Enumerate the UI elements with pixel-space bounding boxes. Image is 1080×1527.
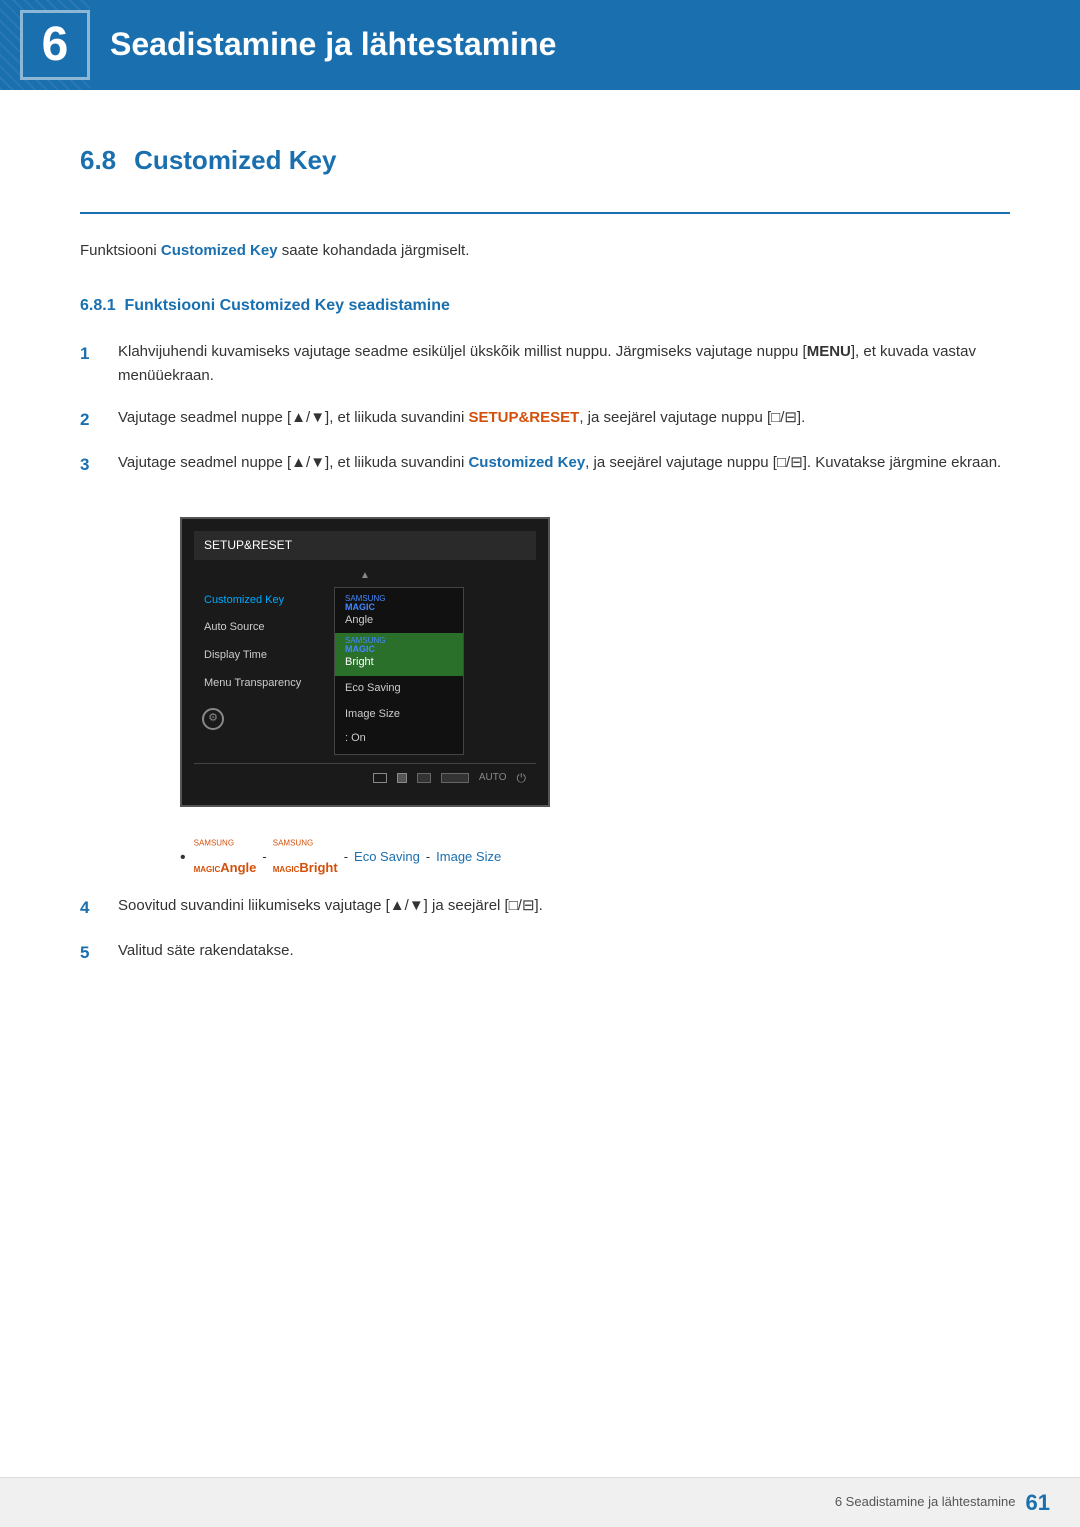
menu-item-display-time: Display Time	[194, 642, 329, 670]
subsection-number: 6.8.1	[80, 297, 116, 314]
separator-3: -	[426, 847, 430, 868]
section-number: 6.8	[80, 140, 116, 182]
menu-item-customized-key: Customized Key	[194, 587, 329, 615]
step-text-1: Klahvijuhendi kuvamiseks vajutage seadme…	[118, 340, 1010, 388]
intro-paragraph: Funktsiooni Customized Key saate kohanda…	[80, 239, 1010, 263]
submenu-magic-bright: SAMSUNGMAGIC Bright	[335, 633, 463, 676]
bottom-power-icon: ⏻	[517, 769, 527, 788]
option-eco-saving: Eco Saving	[354, 847, 420, 868]
separator-2: -	[344, 847, 348, 868]
submenu-panel: SAMSUNGMAGIC Angle SAMSUNGMAGIC Bright E…	[334, 587, 464, 755]
page-footer: 6 Seadistamine ja lähtestamine 61	[0, 1477, 1080, 1527]
steps-list-2: 4 Soovitud suvandini liikumiseks vajutag…	[80, 894, 1010, 966]
step-1: 1 Klahvijuhendi kuvamiseks vajutage sead…	[80, 340, 1010, 388]
footer-page-number: 61	[1026, 1485, 1050, 1520]
chapter-number: 6	[42, 7, 69, 84]
bottom-icon-1	[373, 773, 387, 783]
bottom-icon-3	[417, 773, 431, 783]
section-heading: 6.8 Customized Key	[80, 140, 1010, 182]
steps-list: 1 Klahvijuhendi kuvamiseks vajutage sead…	[80, 340, 1010, 478]
step-number-1: 1	[80, 340, 110, 367]
main-content: 6.8 Customized Key Funktsiooni Customize…	[0, 90, 1080, 1064]
section-divider	[80, 212, 1010, 214]
menu-content: Customized Key Auto Source Display Time …	[194, 587, 536, 755]
up-arrow: ▲	[194, 568, 536, 584]
menu-left-panel: Customized Key Auto Source Display Time …	[194, 587, 334, 755]
step-text-2: Vajutage seadmel nuppe [▲/▼], et liikuda…	[118, 406, 1010, 430]
subsection-title: Funktsiooni Customized Key seadistamine	[124, 297, 449, 314]
menu-title-bar: SETUP&RESET	[194, 531, 536, 560]
settings-circle-icon: ⚙	[202, 708, 224, 730]
section-title: Customized Key	[134, 140, 336, 182]
intro-keyword: Customized Key	[161, 242, 278, 259]
step-number-4: 4	[80, 894, 110, 921]
option-image-size: Image Size	[436, 847, 501, 868]
bottom-auto-label: AUTO	[479, 770, 507, 786]
option-magic-angle: SAMSUNG MAGICAngle	[194, 837, 257, 879]
step-4: 4 Soovitud suvandini liikumiseks vajutag…	[80, 894, 1010, 921]
options-line: • SAMSUNG MAGICAngle - SAMSUNG MAGICBrig…	[180, 837, 1010, 879]
submenu-eco-saving: Eco Saving	[335, 676, 463, 702]
chapter-title: Seadistamine ja lähtestamine	[110, 19, 556, 70]
bottom-icon-2	[397, 773, 407, 783]
menu-item-auto-source: Auto Source	[194, 614, 329, 642]
submenu-magic-angle: SAMSUNGMAGIC Angle	[335, 591, 463, 634]
bullet-point: •	[180, 845, 186, 871]
menu-item-menu-transparency: Menu Transparency	[194, 670, 329, 698]
step-number-2: 2	[80, 406, 110, 433]
option-magic-bright: SAMSUNG MAGICBright	[273, 837, 338, 879]
step-number-3: 3	[80, 451, 110, 478]
page-header: 6 Seadistamine ja lähtestamine	[0, 0, 1080, 90]
submenu-image-size: Image Size	[335, 702, 463, 728]
bottom-icon-4	[441, 773, 469, 783]
screen-mockup-container: SETUP&RESET ▲ Customized Key Auto Source…	[180, 517, 550, 807]
monitor-bottom-bar: AUTO ⏻	[194, 763, 536, 793]
intro-text-before: Funktsiooni	[80, 242, 161, 259]
step-2: 2 Vajutage seadmel nuppe [▲/▼], et liiku…	[80, 406, 1010, 433]
footer-text: 6 Seadistamine ja lähtestamine	[835, 1492, 1016, 1513]
submenu-on-label: : On	[335, 727, 463, 751]
intro-text-after: saate kohandada järgmiselt.	[278, 242, 470, 259]
monitor-screen: SETUP&RESET ▲ Customized Key Auto Source…	[180, 517, 550, 807]
step-5: 5 Valitud säte rakendatakse.	[80, 939, 1010, 966]
subsection-heading: 6.8.1 Funktsiooni Customized Key seadist…	[80, 293, 1010, 319]
separator-1: -	[262, 847, 266, 868]
step-text-4: Soovitud suvandini liikumiseks vajutage …	[118, 894, 1010, 918]
step-text-3: Vajutage seadmel nuppe [▲/▼], et liikuda…	[118, 451, 1010, 475]
step-number-5: 5	[80, 939, 110, 966]
chapter-number-box: 6	[20, 10, 90, 80]
step-text-5: Valitud säte rakendatakse.	[118, 939, 1010, 963]
step-3: 3 Vajutage seadmel nuppe [▲/▼], et liiku…	[80, 451, 1010, 478]
